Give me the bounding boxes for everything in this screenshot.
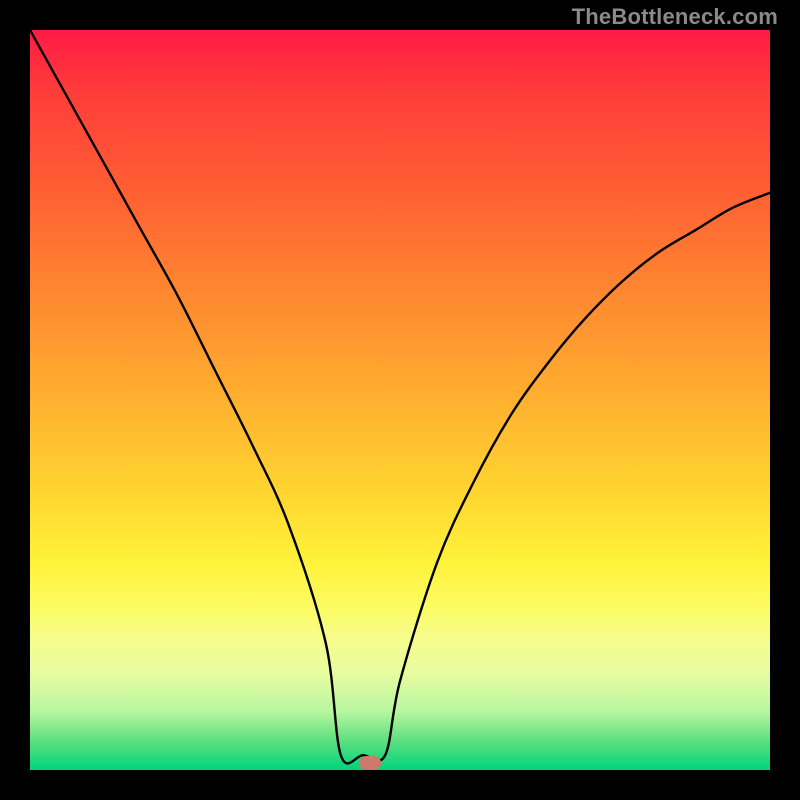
bottleneck-curve: [30, 30, 770, 770]
chart-frame: TheBottleneck.com: [0, 0, 800, 800]
watermark-text: TheBottleneck.com: [572, 4, 778, 30]
plot-area: [30, 30, 770, 770]
minimum-marker: [359, 756, 381, 770]
